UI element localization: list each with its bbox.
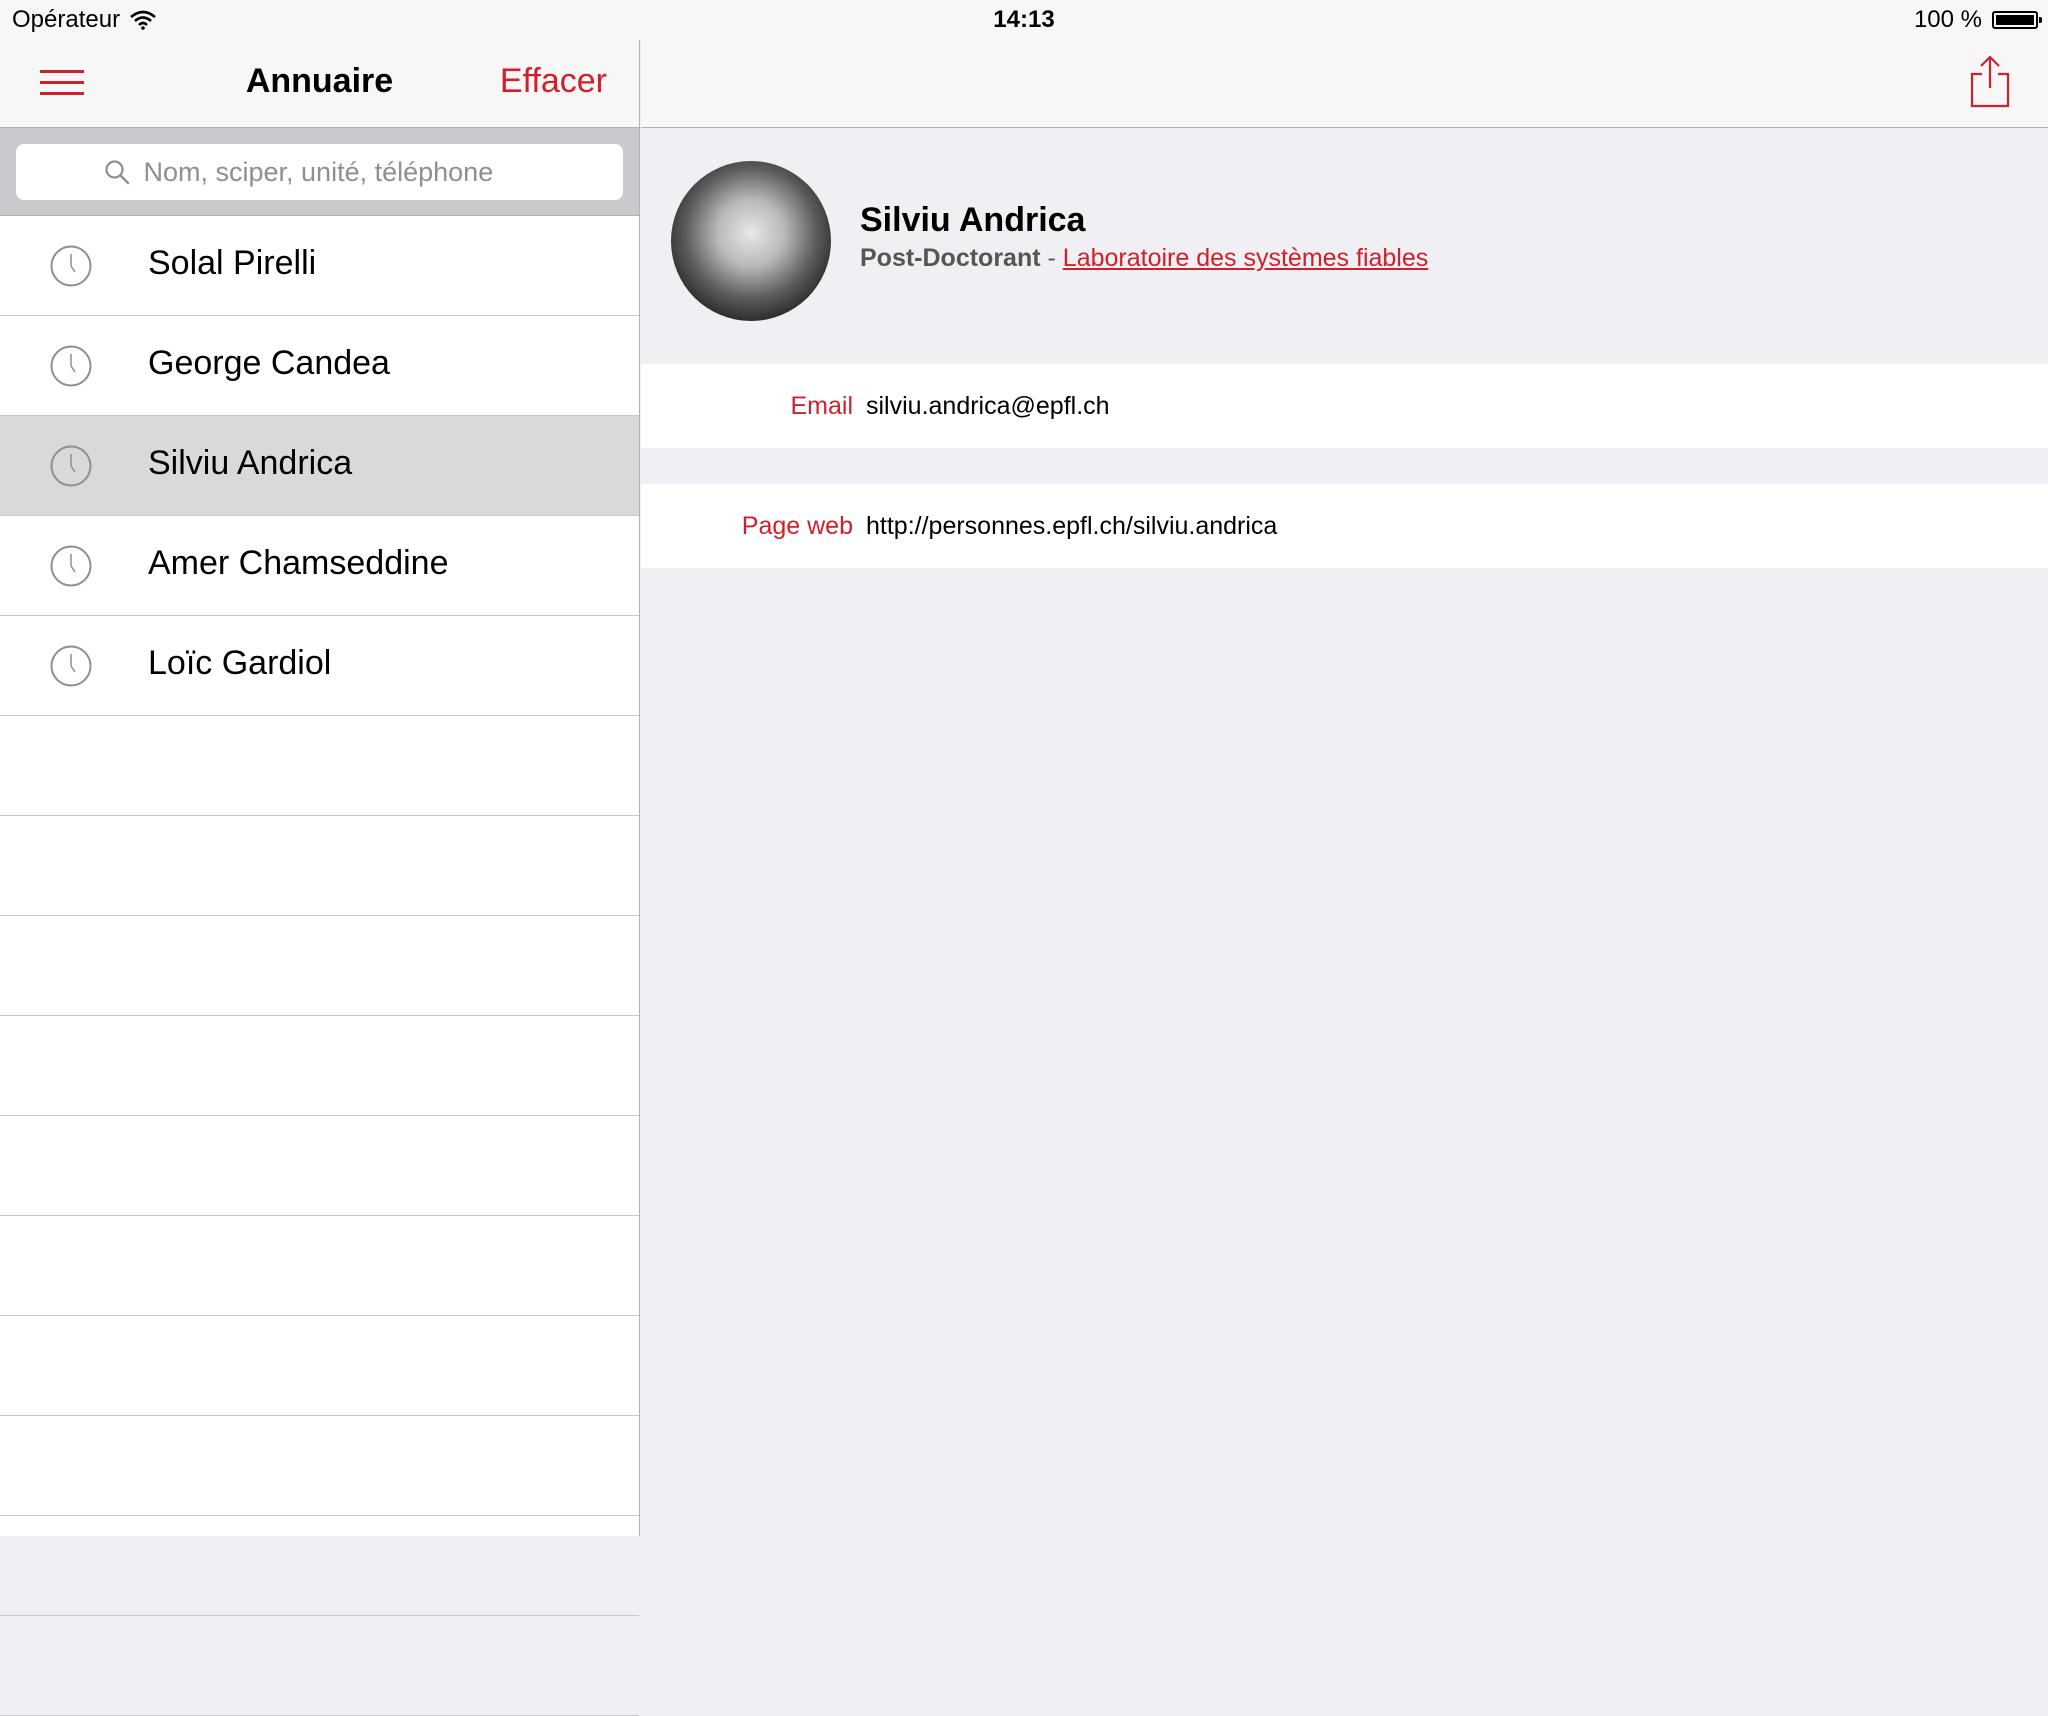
person-role: Post-Doctorant	[860, 244, 1041, 272]
search-icon	[104, 160, 129, 185]
list-item-name: Amer Chamseddine	[148, 544, 449, 582]
list-item-name: Loïc Gardiol	[148, 644, 332, 682]
clock-icon	[50, 545, 92, 587]
clock-icon	[50, 645, 92, 687]
empty-row	[0, 1416, 639, 1516]
person-subtitle: Post-Doctorant - Laboratoire des système…	[860, 244, 1428, 273]
empty-row	[0, 816, 639, 916]
person-header: Silviu Andrica Post-Doctorant - Laborato…	[641, 128, 2048, 364]
list-item[interactable]: Solal Pirelli	[0, 216, 639, 316]
battery-percent: 100 %	[1913, 6, 1982, 33]
empty-row	[0, 916, 639, 1016]
status-right: 100 %	[1913, 6, 2042, 34]
subtitle-separator: -	[1047, 244, 1056, 272]
empty-row	[0, 1016, 639, 1116]
empty-row	[0, 1216, 639, 1316]
list-item-name: George Candea	[148, 344, 390, 382]
email-value[interactable]: silviu.andrica@epfl.ch	[866, 392, 1110, 421]
list-item[interactable]: Loïc Gardiol	[0, 616, 639, 716]
empty-row	[0, 1516, 639, 1616]
web-label: Page web	[741, 512, 853, 540]
left-navigation-bar: Annuaire Effacer	[0, 40, 639, 128]
clear-button[interactable]: Effacer	[500, 62, 607, 101]
clock-icon	[50, 445, 92, 487]
list-item[interactable]: Amer Chamseddine	[0, 516, 639, 616]
web-value[interactable]: http://personnes.epfl.ch/silviu.andrica	[866, 512, 1277, 541]
search-bar	[0, 128, 639, 216]
web-row: Page web http://personnes.epfl.ch/silviu…	[641, 484, 2048, 568]
left-pane: Annuaire Effacer Solal Pirelli	[0, 0, 640, 1716]
list-item-name: Silviu Andrica	[148, 444, 353, 482]
empty-row	[0, 1316, 639, 1416]
recent-search-list: Solal Pirelli George Candea Silviu Andri…	[0, 216, 639, 1716]
person-name: Silviu Andrica	[860, 201, 1086, 239]
battery-icon	[1992, 11, 2042, 29]
search-field[interactable]	[16, 144, 623, 200]
clock-icon	[50, 345, 92, 387]
empty-row	[0, 1116, 639, 1216]
status-bar: Opérateur 14:13 100 %	[0, 0, 2048, 40]
email-row: Email silviu.andrica@epfl.ch	[641, 364, 2048, 448]
unit-link[interactable]: Laboratoire des systèmes fiables	[1063, 244, 1428, 272]
list-item[interactable]: Silviu Andrica	[0, 416, 639, 516]
list-item[interactable]: George Candea	[0, 316, 639, 416]
search-input[interactable]	[141, 155, 536, 189]
email-label: Email	[790, 392, 853, 420]
empty-row	[0, 716, 639, 816]
list-item-name: Solal Pirelli	[148, 244, 317, 282]
empty-row	[0, 1616, 639, 1716]
avatar	[671, 161, 831, 321]
right-navigation-bar	[641, 40, 2048, 128]
status-time: 14:13	[993, 6, 1055, 33]
clock-icon	[50, 245, 92, 287]
share-icon[interactable]	[1968, 54, 2012, 110]
